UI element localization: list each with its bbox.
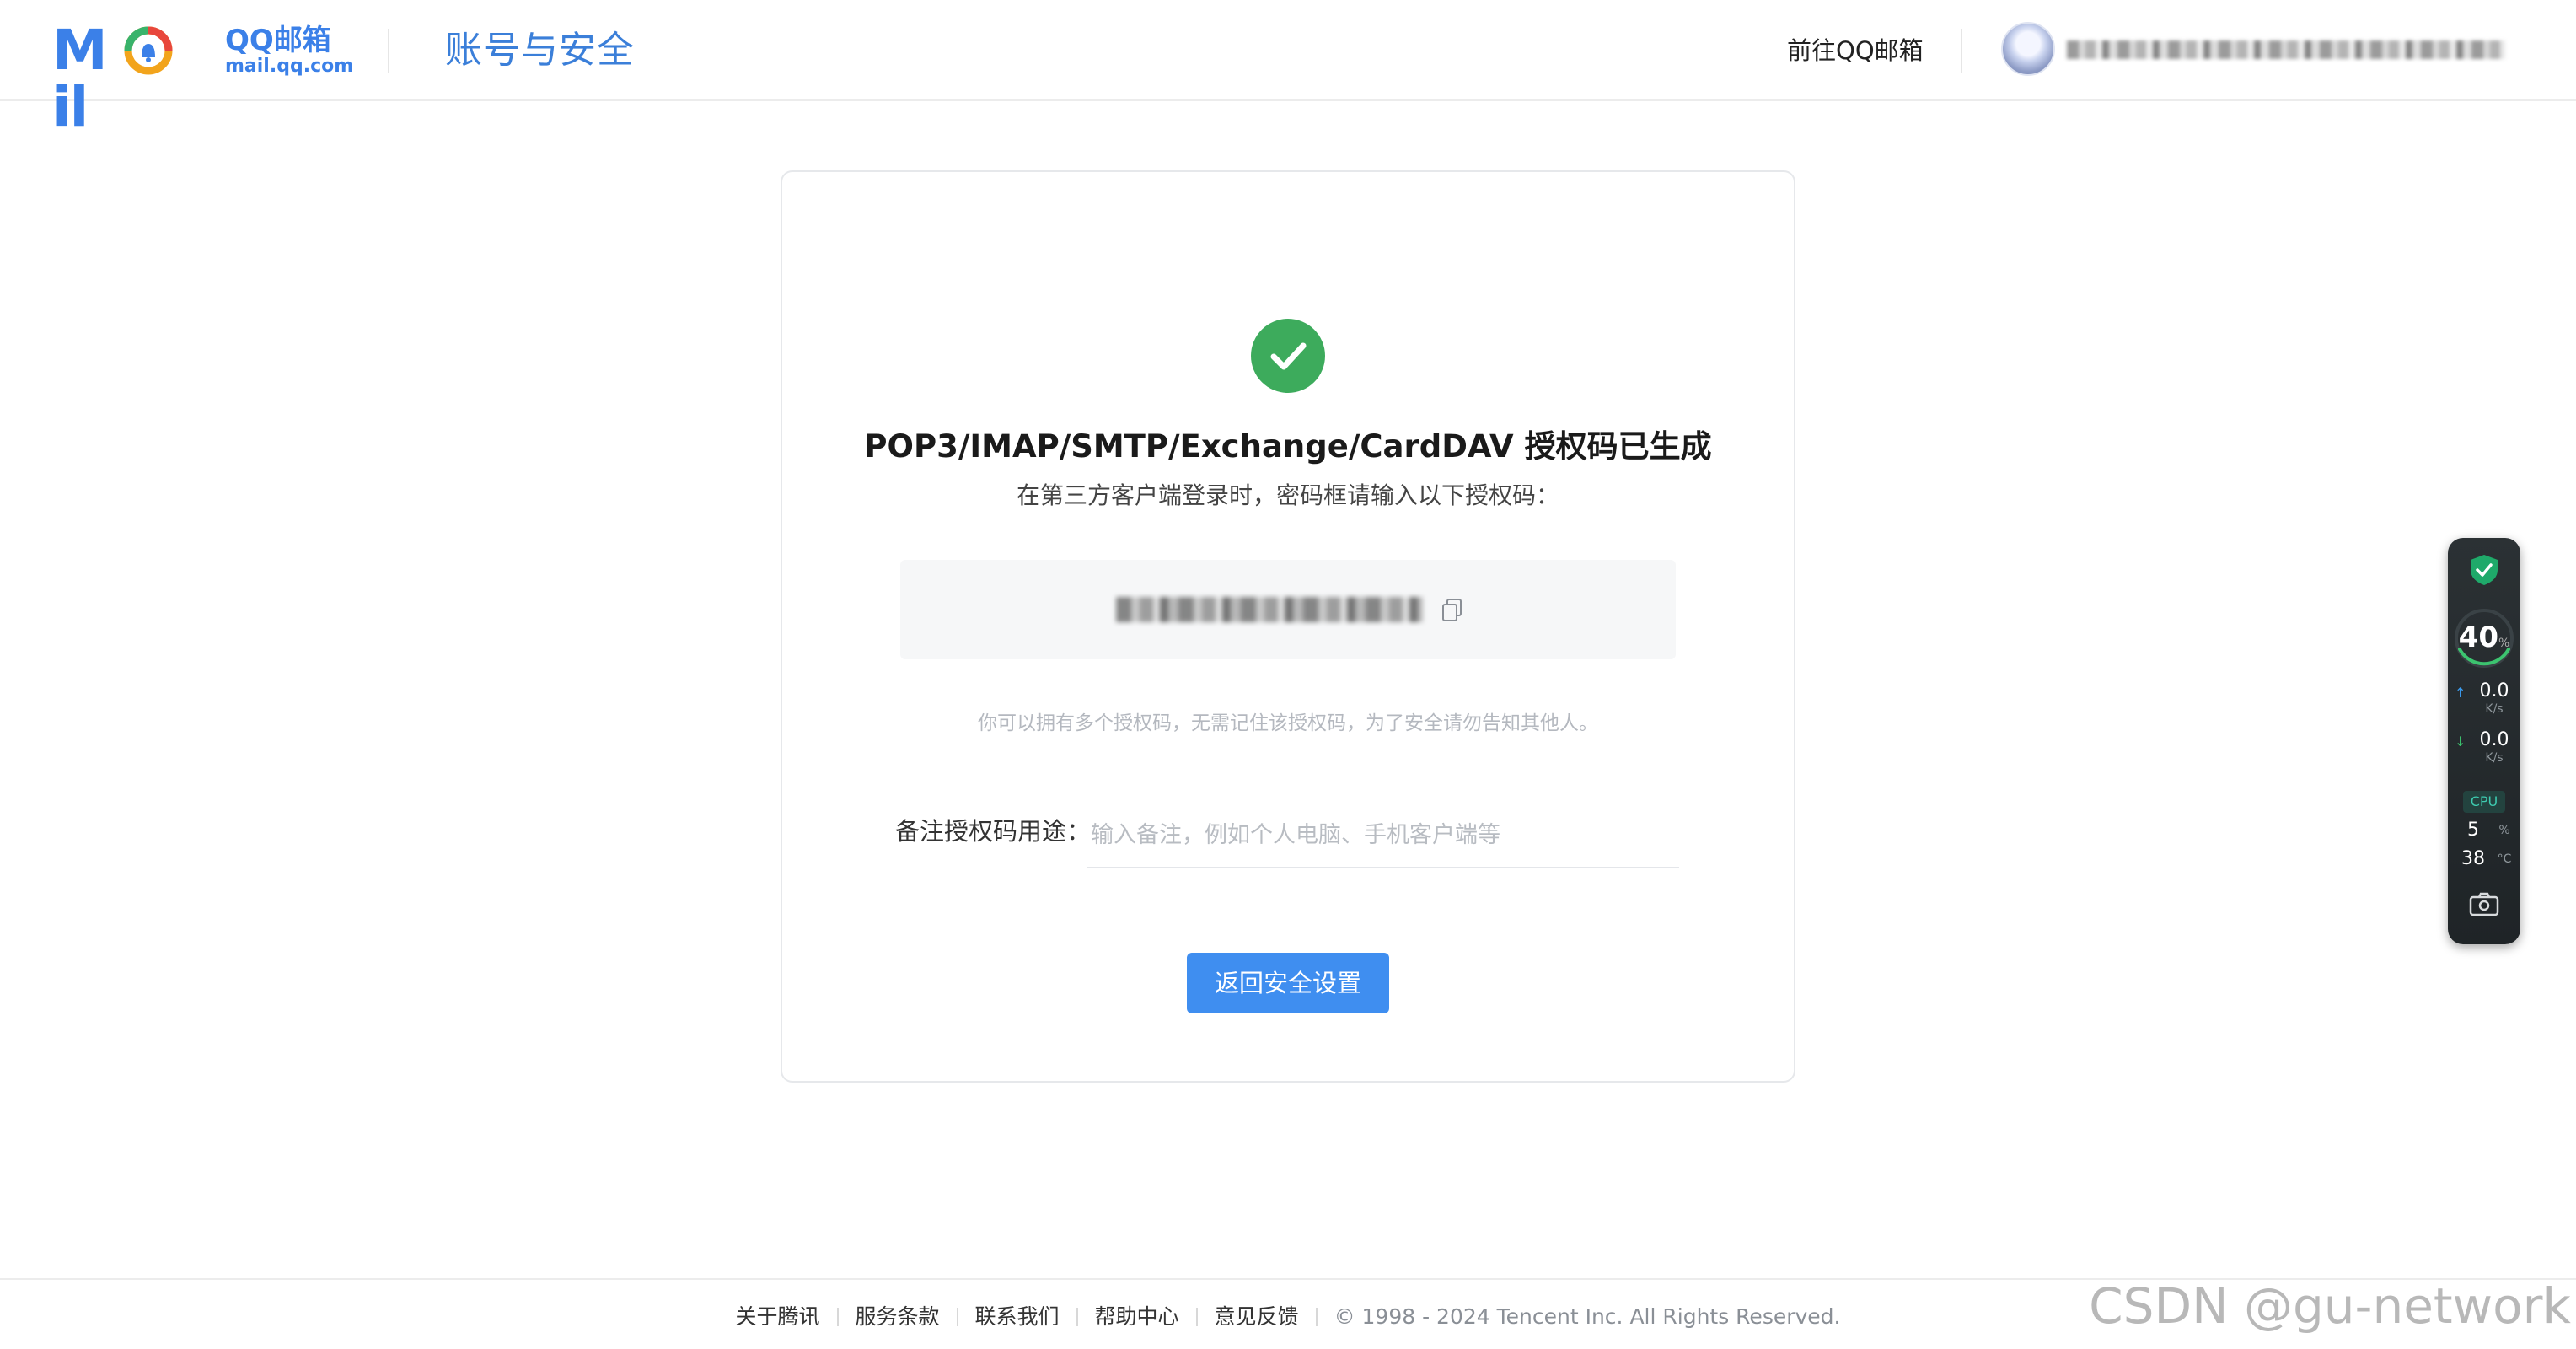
- download-arrow-icon: ↓: [2455, 734, 2466, 750]
- download-speed-unit: K/s: [2485, 751, 2504, 765]
- header-divider-right: [1961, 29, 1962, 73]
- upload-speed-unit: K/s: [2485, 702, 2504, 716]
- user-avatar[interactable]: [2001, 22, 2055, 76]
- top-header: M il QQ邮箱 mail.qq.com 账号与安全 前往QQ邮箱: [0, 0, 2576, 137]
- csdn-watermark: CSDN @gu-network: [2089, 1277, 2571, 1335]
- upload-arrow-icon: ↑: [2455, 685, 2466, 701]
- cpu-label: CPU: [2463, 791, 2505, 813]
- upload-speed: 0.0: [2479, 680, 2509, 701]
- logo-word: M il: [52, 18, 108, 140]
- back-to-security-settings-button[interactable]: 返回安全设置: [1187, 953, 1389, 1013]
- cpu-temp: 38: [2461, 848, 2485, 869]
- success-check-icon: [1251, 319, 1325, 393]
- note-input[interactable]: [1087, 803, 1679, 868]
- note-label: 备注授权码用途：: [895, 817, 1092, 846]
- cpu-temp-unit: °C: [2497, 852, 2512, 866]
- account-name-blurred[interactable]: [2067, 40, 2505, 59]
- memory-usage-percent: 40%: [2458, 621, 2510, 654]
- footer-link-terms[interactable]: 服务条款: [856, 1304, 940, 1329]
- goto-qq-mail-link[interactable]: 前往QQ邮箱: [1787, 34, 1924, 67]
- footer-separator: [836, 1308, 839, 1326]
- page-title: 账号与安全: [445, 29, 635, 72]
- shield-check-icon: [2471, 555, 2498, 585]
- footer-separator: [1076, 1308, 1078, 1326]
- auth-code-box: [900, 560, 1676, 659]
- cpu-usage-unit: %: [2498, 824, 2510, 837]
- cpu-usage: 5: [2467, 820, 2479, 841]
- system-monitor-widget[interactable]: 40% ↑ 0.0 K/s ↓ 0.0 K/s CPU 5 % 38 °C: [2448, 538, 2520, 944]
- logo-brand-text: QQ邮箱: [225, 24, 331, 57]
- footer-link-feedback[interactable]: 意见反馈: [1215, 1304, 1299, 1329]
- security-hint: 你可以拥有多个授权码，无需记住该授权码，为了安全请勿告知其他人。: [978, 712, 1598, 734]
- header-divider: [388, 29, 389, 73]
- footer-separator: [956, 1308, 958, 1326]
- footer-separator: [1315, 1308, 1318, 1326]
- copy-icon[interactable]: [1440, 597, 1465, 624]
- camera-icon[interactable]: [2468, 890, 2500, 917]
- instruction-text: 在第三方客户端登录时，密码框请输入以下授权码：: [1016, 481, 1559, 509]
- footer-separator: [1195, 1308, 1198, 1326]
- footer-link-about[interactable]: 关于腾讯: [735, 1304, 819, 1329]
- auth-code-value-blurred[interactable]: [1116, 597, 1423, 622]
- footer-link-help[interactable]: 帮助中心: [1095, 1304, 1179, 1329]
- download-speed: 0.0: [2479, 729, 2509, 750]
- logo-url-text: mail.qq.com: [225, 56, 354, 77]
- success-title: POP3/IMAP/SMTP/Exchange/CardDAV 授权码已生成: [864, 428, 1712, 465]
- footer-link-contact[interactable]: 联系我们: [975, 1304, 1060, 1329]
- mail-logo-bell-icon: [124, 26, 173, 75]
- copyright-text: © 1998 - 2024 Tencent Inc. All Rights Re…: [1334, 1304, 1841, 1329]
